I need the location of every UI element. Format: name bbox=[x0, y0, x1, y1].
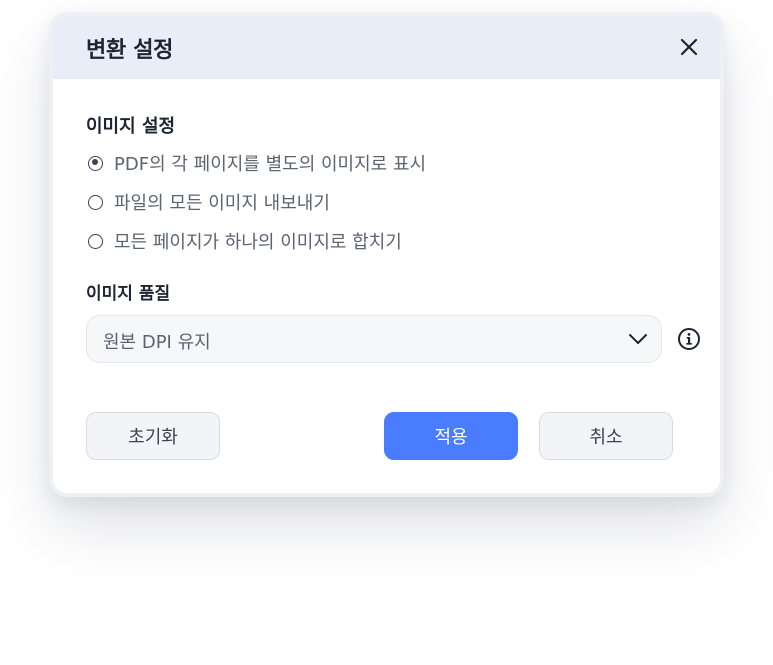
stage: 변환 설정 이미지 설정 PDF의 각 페이지를 별도의 이미지로 표시 파일의… bbox=[0, 0, 773, 665]
select-value: 원본 DPI 유지 bbox=[103, 332, 211, 353]
close-icon[interactable] bbox=[676, 34, 702, 60]
dialog-title: 변환 설정 bbox=[86, 38, 174, 63]
radio-option-label: PDF의 각 페이지를 별도의 이미지로 표시 bbox=[114, 154, 427, 175]
reset-button[interactable]: 초기화 bbox=[86, 412, 220, 460]
info-icon[interactable] bbox=[677, 327, 701, 351]
image-quality-label: 이미지 품질 bbox=[86, 284, 171, 304]
radio-button-checked[interactable] bbox=[88, 155, 103, 171]
cancel-button[interactable]: 취소 bbox=[539, 412, 673, 460]
radio-button[interactable] bbox=[88, 233, 103, 249]
apply-button[interactable]: 적용 bbox=[384, 412, 518, 460]
radio-button[interactable] bbox=[88, 194, 103, 210]
radio-option-each-page[interactable]: PDF의 각 페이지를 별도의 이미지로 표시 bbox=[88, 149, 426, 177]
radio-option-export-images[interactable]: 파일의 모든 이미지 내보내기 bbox=[88, 188, 330, 216]
image-settings-label: 이미지 설정 bbox=[86, 116, 176, 137]
chevron-down-icon bbox=[629, 334, 647, 344]
radio-option-label: 모든 페이지가 하나의 이미지로 합치기 bbox=[114, 232, 402, 253]
radio-option-label: 파일의 모든 이미지 내보내기 bbox=[114, 193, 330, 214]
image-quality-select[interactable]: 원본 DPI 유지 bbox=[86, 315, 662, 363]
dialog-header: 변환 설정 bbox=[53, 16, 720, 79]
conversion-settings-dialog: 변환 설정 이미지 설정 PDF의 각 페이지를 별도의 이미지로 표시 파일의… bbox=[49, 12, 724, 497]
radio-option-merge-pages[interactable]: 모든 페이지가 하나의 이미지로 합치기 bbox=[88, 227, 402, 255]
